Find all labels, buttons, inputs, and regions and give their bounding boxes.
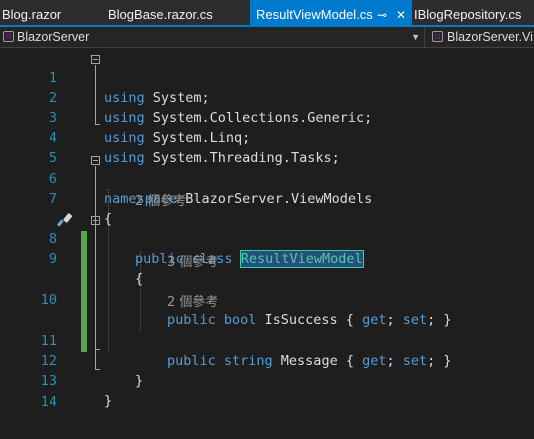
tab-label: IBlogRepository.cs xyxy=(414,7,522,22)
code-line: 2 using System.Collections.Generic; xyxy=(0,68,534,126)
member-dropdown-label: BlazorServer.Vi xyxy=(447,30,533,44)
code-line: 10 public bool IsSuccess { get; set; } xyxy=(0,270,534,328)
identifier: BlazorServer.ViewModels xyxy=(177,191,373,207)
tab-blogbase-razor-cs[interactable]: BlogBase.razor.cs xyxy=(106,0,213,25)
codelens-references[interactable]: 2 個參考 xyxy=(135,190,186,209)
code-line: 9 { xyxy=(0,229,534,287)
line-number: 10 xyxy=(40,292,57,308)
code-line: 7 { xyxy=(0,169,534,227)
code-line: 3 using System.Linq; xyxy=(0,88,534,146)
code-line: 11 public string Message { get; set; } xyxy=(0,311,534,369)
tab-label: ResultViewModel.cs xyxy=(256,7,373,22)
code-editor[interactable]: 1 using System; 2 using System.Collectio… xyxy=(0,48,534,439)
tab-label: Blog.razor xyxy=(2,7,62,22)
line-number: 7 xyxy=(48,191,57,207)
tab-iblogrepository-cs[interactable]: IBlogRepository.cs xyxy=(412,0,521,25)
selected-class-name[interactable]: ResultViewModel xyxy=(239,250,364,268)
pin-icon[interactable]: ⊸ xyxy=(377,0,387,30)
code-line: 5 xyxy=(0,128,534,166)
code-line: 12 } xyxy=(0,331,534,389)
line-text: } xyxy=(104,393,113,409)
chevron-down-icon: ▼ xyxy=(411,32,420,42)
code-line: 8 public class ResultViewModel xyxy=(0,209,534,268)
code-line: 1 using System; xyxy=(0,48,534,106)
nav-divider xyxy=(424,27,425,47)
line-number: 14 xyxy=(40,394,57,410)
line-number: 9 xyxy=(48,251,57,267)
close-icon[interactable]: ✕ xyxy=(396,0,406,30)
class-icon xyxy=(432,31,443,42)
code-line: 13 } xyxy=(0,351,534,409)
tab-label: BlogBase.razor.cs xyxy=(108,7,213,22)
code-line: 14 xyxy=(0,372,534,410)
tab-resultviewmodel-cs[interactable]: ResultViewModel.cs ⊸ ✕ xyxy=(250,0,412,25)
code-line: 4 using System.Threading.Tasks; xyxy=(0,108,534,166)
csharp-project-icon xyxy=(3,31,14,42)
codelens-references[interactable]: 2 個參考 xyxy=(167,291,218,310)
project-dropdown[interactable]: BlazorServer ▼ xyxy=(0,27,424,47)
document-tab-bar: Blog.razor BlogBase.razor.cs ResultViewM… xyxy=(0,0,534,27)
tab-blog-razor[interactable]: Blog.razor xyxy=(0,0,61,25)
codelens-references[interactable]: 3 個參考 xyxy=(167,251,218,270)
code-line: 6 namespace BlazorServer.ViewModels xyxy=(0,149,534,207)
navigation-bar: BlazorServer ▼ BlazorServer.Vi xyxy=(0,27,534,48)
project-dropdown-label: BlazorServer xyxy=(17,30,90,44)
